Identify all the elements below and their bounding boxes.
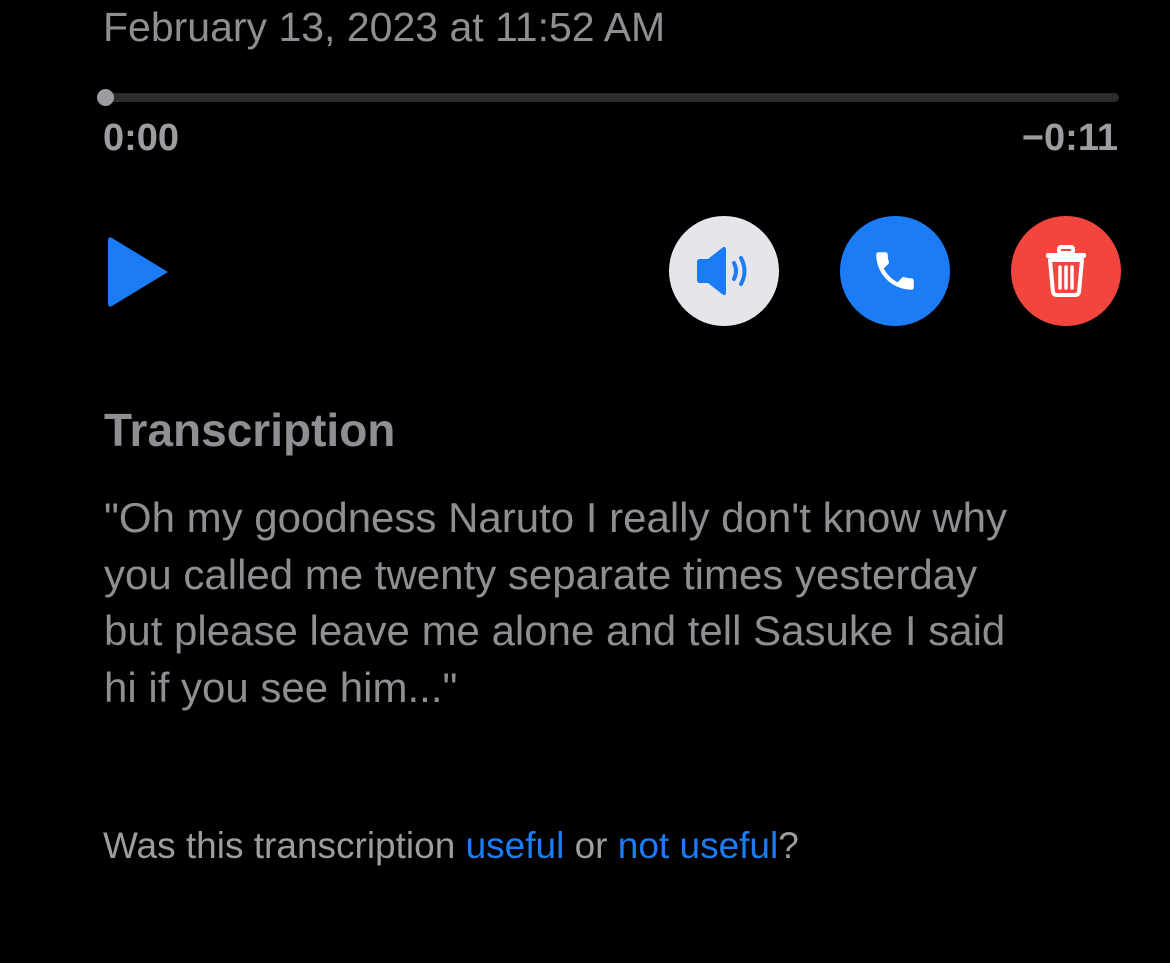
call-back-button[interactable] [840, 216, 950, 326]
playback-scrubber[interactable] [97, 89, 1119, 106]
trash-icon [1046, 245, 1086, 297]
feedback-suffix: ? [778, 825, 799, 866]
playback-scrubber-thumb[interactable] [97, 89, 114, 106]
transcription-heading: Transcription [104, 404, 396, 456]
play-button[interactable] [104, 232, 176, 312]
play-icon [108, 237, 168, 307]
speaker-icon [697, 246, 747, 296]
useful-link[interactable]: useful [466, 825, 565, 866]
phone-icon [876, 252, 914, 290]
voicemail-timestamp: February 13, 2023 at 11:52 AM [103, 4, 666, 50]
remaining-time: −0:11 [1021, 117, 1118, 159]
elapsed-time: 0:00 [103, 117, 180, 159]
feedback-prefix: Was this transcription [103, 825, 466, 866]
speaker-button[interactable] [669, 216, 779, 326]
transcription-text: "Oh my goodness Naruto I really don't kn… [104, 494, 1008, 711]
delete-button[interactable] [1011, 216, 1121, 326]
not-useful-link[interactable]: not useful [618, 825, 778, 866]
transcription-feedback: Was this transcription useful or not use… [103, 823, 799, 869]
feedback-or: or [564, 825, 618, 866]
